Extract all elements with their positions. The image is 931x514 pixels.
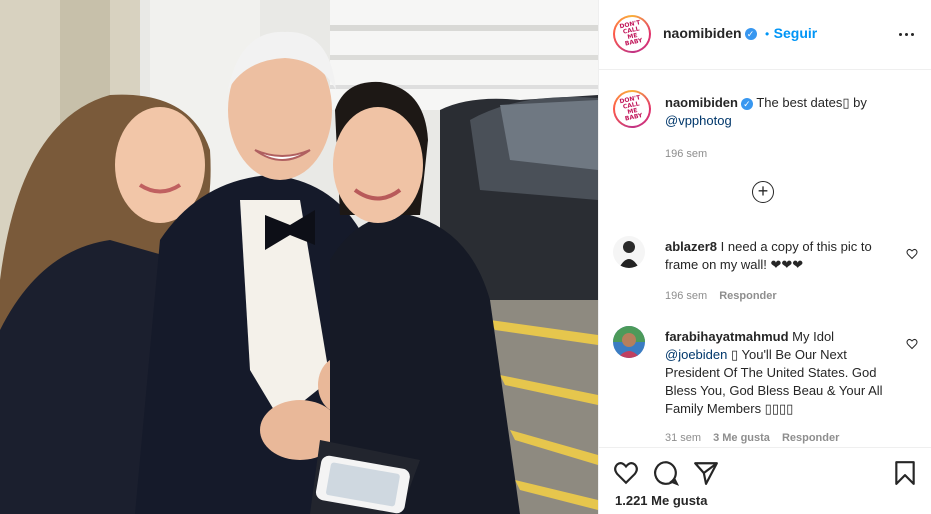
comment-meta: 31 sem 3 Me gusta Responder xyxy=(665,432,839,444)
comment-mention-link[interactable]: @joebiden xyxy=(665,347,727,362)
caption: DON'T CALL ME BABY naomibiden ✓ The best … xyxy=(613,86,918,176)
comment-item: farabihayatmahmud My Idol @joebiden ▯ Yo… xyxy=(613,322,918,447)
comment-timestamp[interactable]: 31 sem xyxy=(665,432,701,444)
comment-meta: 196 sem Responder xyxy=(665,290,777,302)
verified-badge-icon: ✓ xyxy=(740,97,753,110)
comment-icon[interactable] xyxy=(653,460,679,486)
caption-timestamp[interactable]: 196 sem xyxy=(665,148,707,160)
follow-button[interactable]: Seguir xyxy=(774,25,818,41)
comment-username[interactable]: ablazer8 xyxy=(665,239,717,254)
likes-count[interactable]: 1.221 Me gusta xyxy=(615,493,708,508)
header-dot-separator: • xyxy=(765,27,770,41)
caption-username[interactable]: naomibiden xyxy=(665,95,738,110)
commenter-avatar[interactable] xyxy=(613,326,645,358)
commenter-avatar[interactable] xyxy=(613,236,645,268)
caption-avatar[interactable]: DON'T CALL ME BABY xyxy=(613,90,651,128)
comment-text: farabihayatmahmud My Idol @joebiden ▯ Yo… xyxy=(665,328,890,418)
caption-body: The best dates▯ by xyxy=(756,95,867,110)
header-user-line: naomibiden ✓ • Seguir xyxy=(663,25,817,43)
verified-badge-icon: ✓ xyxy=(744,27,757,40)
photo-illustration xyxy=(0,0,598,514)
post-header: DON'T CALL ME BABY naomibiden ✓ • Seguir xyxy=(599,0,931,70)
paper-plane-icon[interactable] xyxy=(693,460,719,486)
reply-button[interactable]: Responder xyxy=(719,290,776,302)
bookmark-icon[interactable] xyxy=(892,460,918,486)
comment-body-start: My Idol xyxy=(792,329,835,344)
comment-heart-icon[interactable] xyxy=(906,248,918,260)
comment-item: ablazer8 I need a copy of this pic to fr… xyxy=(613,232,918,312)
comment-text: ablazer8 I need a copy of this pic to fr… xyxy=(665,238,890,274)
comments-section[interactable]: DON'T CALL ME BABY naomibiden ✓ The best … xyxy=(599,70,931,447)
more-options-icon[interactable] xyxy=(896,26,916,42)
caption-mention-link[interactable]: @vpphotog xyxy=(665,113,732,128)
comment-likes[interactable]: 3 Me gusta xyxy=(713,432,770,444)
post-photo[interactable] xyxy=(0,0,598,514)
post-actions: 1.221 Me gusta xyxy=(599,447,931,514)
instagram-post: DON'T CALL ME BABY naomibiden ✓ • Seguir … xyxy=(0,0,931,514)
profile-avatar[interactable]: DON'T CALL ME BABY xyxy=(613,15,651,53)
comment-heart-icon[interactable] xyxy=(906,338,918,350)
comment-username[interactable]: farabihayatmahmud xyxy=(665,329,789,344)
caption-text: naomibiden ✓ The best dates▯ by @vpphotog xyxy=(665,94,890,130)
comment-timestamp[interactable]: 196 sem xyxy=(665,290,707,302)
plus-circle-icon[interactable]: + xyxy=(752,181,774,203)
heart-icon[interactable] xyxy=(613,460,639,486)
header-username[interactable]: naomibiden xyxy=(663,25,742,41)
avatar-logo-text: DON'T CALL ME BABY xyxy=(618,19,644,48)
reply-button[interactable]: Responder xyxy=(782,432,839,444)
post-side-panel: DON'T CALL ME BABY naomibiden ✓ • Seguir … xyxy=(598,0,931,514)
caption-avatar-text: DON'T CALL ME BABY xyxy=(618,94,644,123)
